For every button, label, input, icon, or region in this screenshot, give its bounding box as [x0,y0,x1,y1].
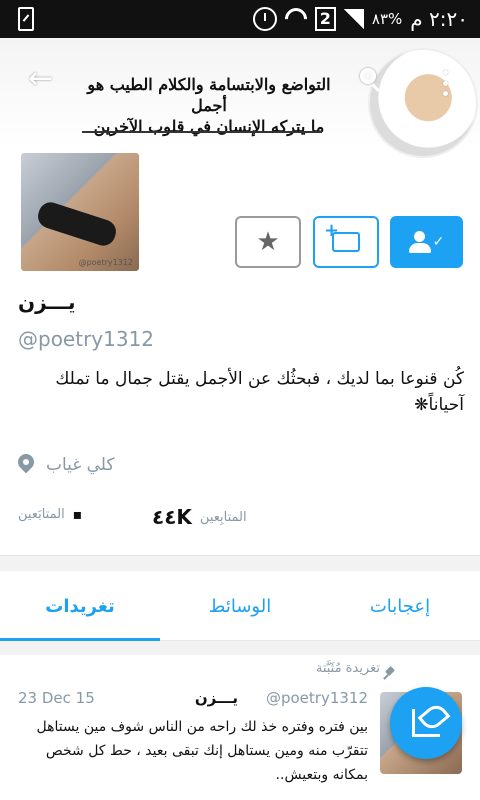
location-text: كلي غياب [46,455,115,475]
tab-tweets[interactable]: تغريدات [0,571,160,642]
tweet-date: 23 Dec 15 [18,689,95,707]
profile-bio: كُن قنوعا بما لديك ، فبحثُك عن الأجمل يق… [55,369,464,415]
banner-line-1: التواضع والابتسامة والكلام الطيب هو أجمل [87,75,331,115]
tweet-text: بين فتره وفتره خذ لك راحه من الناس شوف م… [36,719,368,783]
back-arrow-icon[interactable]: ← [28,64,58,94]
following-label: المتابَعين [18,507,65,522]
section-divider [0,555,480,571]
profile-name: يـــزن [18,290,76,314]
compose-icon [412,709,440,737]
location-icon [18,454,34,476]
status-bar: 2 ٨٣% ٢:٢٠ م [0,0,480,38]
sim-indicator: 2 [314,7,336,31]
status-indicators: 2 ٨٣% ٢:٢٠ م [252,3,468,35]
favorite-button[interactable]: ★ [235,216,301,268]
tweet-header: 23 Dec 15 يـــزن @poetry1312 [18,689,368,713]
section-divider [0,641,480,655]
header-banner: التواضع والابتسامة والكلام الطيب هو أجمل… [78,74,340,137]
banner-line-2: ما يتركه الإنسان في قلوب الآخرين [93,117,325,136]
following-count[interactable]: ▪ المتابَعين [18,507,82,523]
profile-header: ← التواضع والابتسامة والكلام الطيب هو أج… [0,38,480,158]
clock: ٢:٢٠ م [410,7,468,31]
location-row: كلي غياب [18,452,115,478]
tab-likes[interactable]: إعجابات [320,571,480,641]
notification-icon [18,7,34,31]
tweet-author-handle: @poetry1312 [265,689,368,707]
pinned-label-row: تغريدة مُثَبَّتة [316,661,380,676]
compose-button[interactable] [390,687,462,759]
header-photo [368,48,478,158]
signal-icon [343,9,364,29]
more-icon[interactable] [443,70,449,96]
followers-value: ٤٤K [152,505,192,529]
tab-media[interactable]: الوسائط [160,571,320,641]
following-icon [408,231,431,253]
following-value: ▪ [72,507,83,523]
banner-underline [82,131,322,133]
battery-level: ٨٣% [371,10,403,28]
profile-handle: @poetry1312 [18,327,155,351]
followers-count[interactable]: المتابِعين ٤٤K [152,505,247,529]
following-button[interactable]: ✓ [390,216,463,268]
pin-icon [384,667,396,679]
alarm-icon [252,7,277,31]
profile-tabs: تغريدات الوسائط إعجابات [0,571,480,642]
followers-label: المتابِعين [199,509,247,525]
wifi-icon [280,3,312,35]
message-button[interactable] [313,216,379,268]
avatar-watermark: @poetry1312 [78,258,133,267]
avatar[interactable]: @poetry1312 [18,150,142,274]
star-icon: ★ [256,227,280,257]
search-icon[interactable] [358,66,384,92]
pinned-label: تغريدة مُثَبَّتة [315,661,380,676]
message-icon [324,220,360,252]
tweet-author-name: يـــزن [194,689,238,707]
follow-counts: ▪ المتابَعين المتابِعين ٤٤K [18,505,278,531]
